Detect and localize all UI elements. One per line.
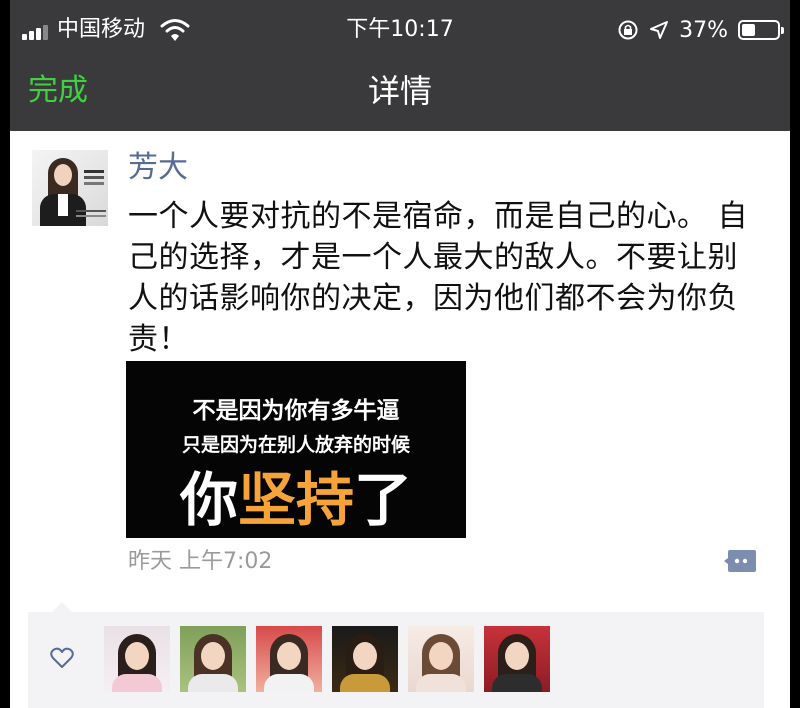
- post-image-line3: 你坚持了: [179, 466, 413, 534]
- liker-avatar[interactable]: [408, 626, 474, 692]
- post-timestamp: 昨天 上午7:02: [128, 549, 273, 574]
- post-image[interactable]: 不是因为你有多牛逼 只是因为在别人放弃的时候 你坚持了: [126, 361, 466, 538]
- top-bar: 中国移动 下午10:17 37% 完成 详情: [10, 0, 790, 131]
- status-bar: 中国移动 下午10:17 37%: [10, 0, 790, 60]
- post-image-line2: 只是因为在别人放弃的时候: [181, 434, 410, 456]
- post-username[interactable]: 芳大: [128, 148, 188, 188]
- liker-avatar[interactable]: [484, 626, 550, 692]
- liker-avatar[interactable]: [104, 626, 170, 692]
- post-image-line1: 不是因为你有多牛逼: [192, 398, 400, 424]
- nav-bar: 完成 详情: [10, 60, 790, 131]
- liker-avatar[interactable]: [180, 626, 246, 692]
- page-title: 详情: [367, 72, 432, 110]
- liker-avatar[interactable]: [332, 626, 398, 692]
- location-icon: [650, 21, 669, 39]
- battery-percent: 37%: [679, 17, 728, 43]
- likes-panel: [28, 602, 764, 708]
- status-right: 37%: [617, 16, 784, 44]
- avatar[interactable]: [32, 150, 108, 226]
- battery-icon: [738, 20, 784, 40]
- post-text: 一个人要对抗的不是宿命，而是自己的心。 自己的选择，才是一个人最大的敌人。不要让…: [128, 199, 749, 357]
- comment-icon[interactable]: [724, 546, 758, 576]
- heart-icon: [50, 647, 74, 668]
- liker-avatar[interactable]: [256, 626, 322, 692]
- moments-detail-screen: 中国移动 下午10:17 37% 完成 详情 芳大 一个人要对抗的不是宿命，而是…: [10, 0, 790, 708]
- rotation-lock-icon: [618, 20, 638, 40]
